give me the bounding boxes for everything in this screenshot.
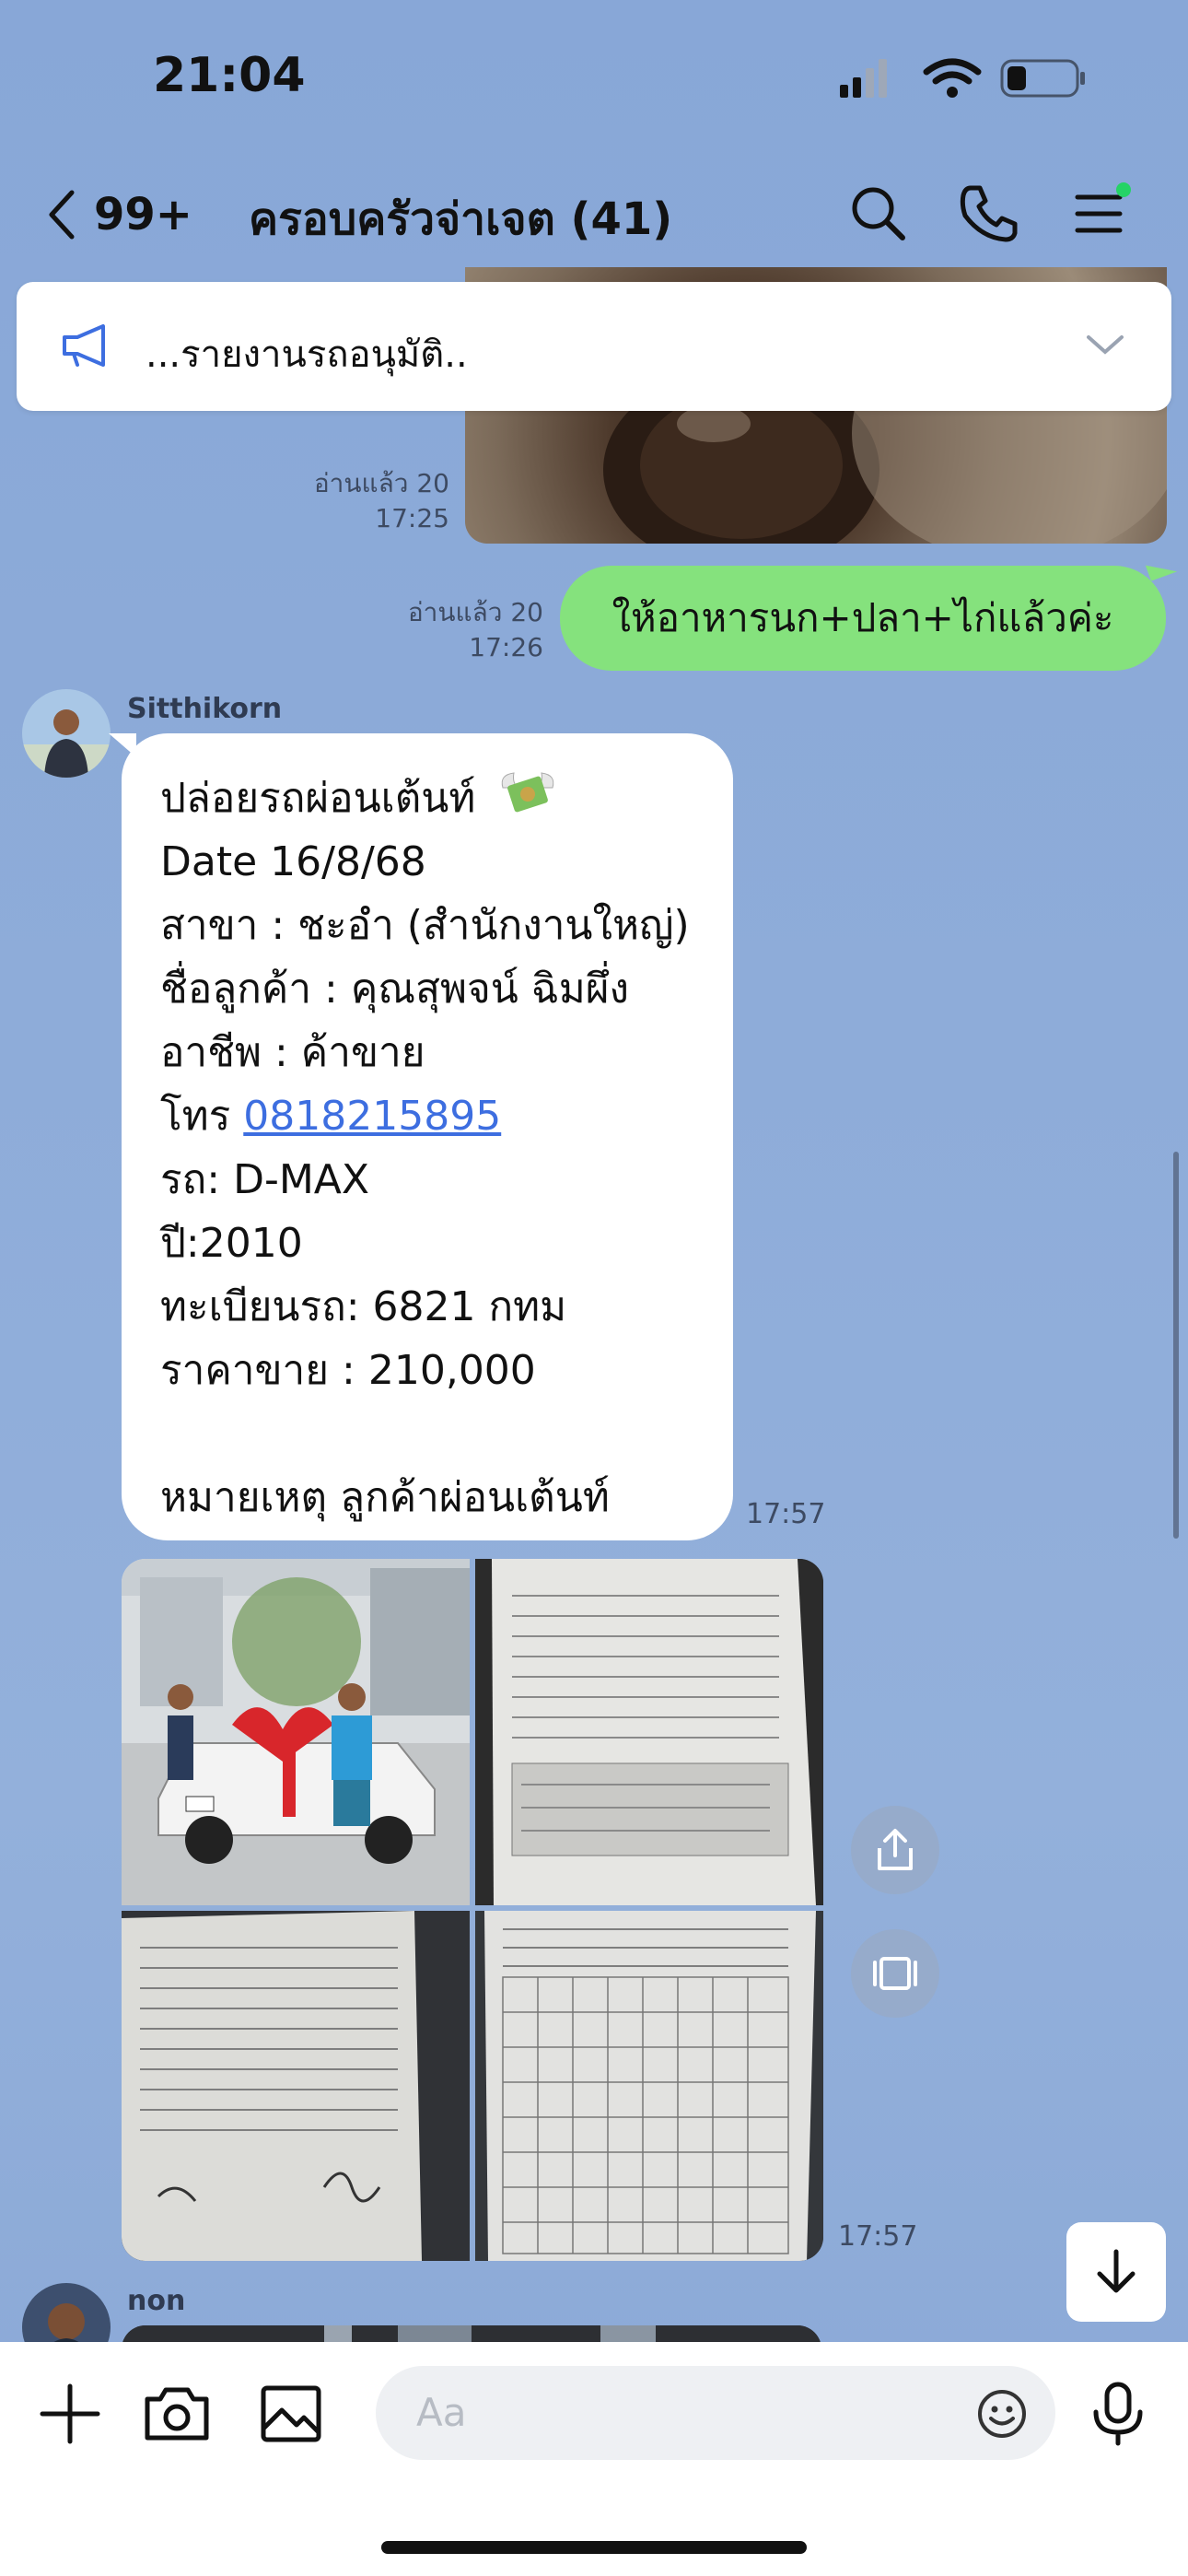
sender-name: Sitthikorn xyxy=(127,693,283,725)
avatar-photo xyxy=(22,689,111,778)
photo-image xyxy=(475,1559,823,1905)
photo-image xyxy=(122,1911,470,2261)
message-line: โทร 0818215895 xyxy=(160,1093,502,1140)
share-icon xyxy=(878,1829,913,1870)
scrollbar[interactable] xyxy=(1173,1152,1179,1539)
message-line: ราคาขาย : 210,000 xyxy=(160,1347,536,1394)
chevron-down-icon[interactable] xyxy=(1085,332,1125,357)
message-line: อาชีพ : ค้าขาย xyxy=(160,1029,425,1076)
chat-header: 99+ ครอบครัวจ่าเจต (41) xyxy=(0,166,1188,258)
sender-name: non xyxy=(127,2285,186,2317)
wifi-icon xyxy=(923,58,982,98)
share-button[interactable] xyxy=(851,1806,939,1894)
message-time: 17:57 xyxy=(838,2220,918,2253)
camera-icon[interactable] xyxy=(140,2377,214,2451)
phone-link[interactable]: 0818215895 xyxy=(243,1093,501,1140)
status-icons xyxy=(840,58,1085,98)
announcement-text: ...รายงานรถอนุมัติ.. xyxy=(146,334,468,376)
megaphone-icon xyxy=(63,324,105,367)
message-line: สาขา : ชะอำ (สำนักงานใหญ่) xyxy=(160,902,690,949)
photo-agreement-document[interactable] xyxy=(122,1911,470,2261)
avatar[interactable] xyxy=(22,689,111,778)
phone-call-icon[interactable] xyxy=(956,181,1020,245)
scroll-to-bottom-button[interactable] xyxy=(1066,2222,1166,2322)
photo-image xyxy=(122,1559,470,1905)
video-read-receipt: อ่านแล้ว 20 17:25 xyxy=(276,466,449,536)
message-line: รถ: D-MAX xyxy=(160,1156,370,1203)
plus-icon[interactable] xyxy=(33,2377,107,2451)
outgoing-message-bubble[interactable]: ให้อาหารนก+ปลา+ไก่แล้วค่ะ xyxy=(560,566,1166,671)
message-line xyxy=(160,1402,733,1466)
input-placeholder: Aa xyxy=(416,2390,467,2435)
photo-image xyxy=(475,1911,823,2261)
message-time: 17:25 xyxy=(375,503,449,533)
album-button[interactable] xyxy=(851,1929,939,2018)
read-status: อ่านแล้ว 20 xyxy=(407,597,543,627)
microphone-icon[interactable] xyxy=(1081,2377,1155,2451)
emoji-icon[interactable] xyxy=(976,2388,1028,2440)
message-line: หมายเหตุ ลูกค้าผ่อนเต้นท์ xyxy=(160,1474,610,1521)
money-wings-icon xyxy=(497,767,558,836)
album-icon xyxy=(873,1957,917,1990)
message-input[interactable]: Aa xyxy=(376,2366,1055,2460)
message-line: ทะเบียนรถ: 6821 กทม xyxy=(160,1283,567,1330)
message-line: ปล่อยรถผ่อนเต้นท์ xyxy=(160,767,733,830)
online-dot xyxy=(1116,182,1131,197)
message-text: ให้อาหารนก+ปลา+ไก่แล้วค่ะ xyxy=(611,595,1114,640)
photo-payment-table[interactable] xyxy=(475,1911,823,2261)
search-icon[interactable] xyxy=(845,181,910,245)
status-time: 21:04 xyxy=(153,48,306,103)
message-line: ชื่อลูกค้า : คุณสุพจน์ ฉิมผึ่ง xyxy=(160,966,630,1013)
photo-contract-document[interactable] xyxy=(475,1559,823,1905)
battery-icon xyxy=(1000,59,1085,98)
photo-car-delivery[interactable] xyxy=(122,1559,470,1905)
menu-icon[interactable] xyxy=(1068,181,1133,245)
message-line: Date 16/8/68 xyxy=(160,838,426,885)
back-button[interactable]: 99+ xyxy=(48,182,214,247)
unread-count: 99+ xyxy=(94,189,193,240)
message-time: 17:26 xyxy=(469,632,543,662)
message-time: 17:57 xyxy=(746,1498,826,1530)
read-status: อ่านแล้ว 20 xyxy=(313,468,449,498)
chat-title[interactable]: ครอบครัวจ่าเจต (41) xyxy=(249,184,672,254)
chevron-left-icon xyxy=(49,190,75,240)
incoming-message-bubble[interactable]: ปล่อยรถผ่อนเต้นท์ Date 16/8/68 สาขา : ชะ… xyxy=(109,733,733,1540)
announcement-bar[interactable]: ...รายงานรถอนุมัติ.. xyxy=(17,282,1171,411)
image-icon[interactable] xyxy=(254,2377,328,2451)
home-indicator xyxy=(381,2541,807,2554)
outgoing-read-receipt: อ่านแล้ว 20 17:26 xyxy=(368,595,543,665)
signal-icon xyxy=(840,59,887,98)
arrow-down-icon xyxy=(1097,2249,1136,2293)
message-line: ปี:2010 xyxy=(160,1220,303,1267)
